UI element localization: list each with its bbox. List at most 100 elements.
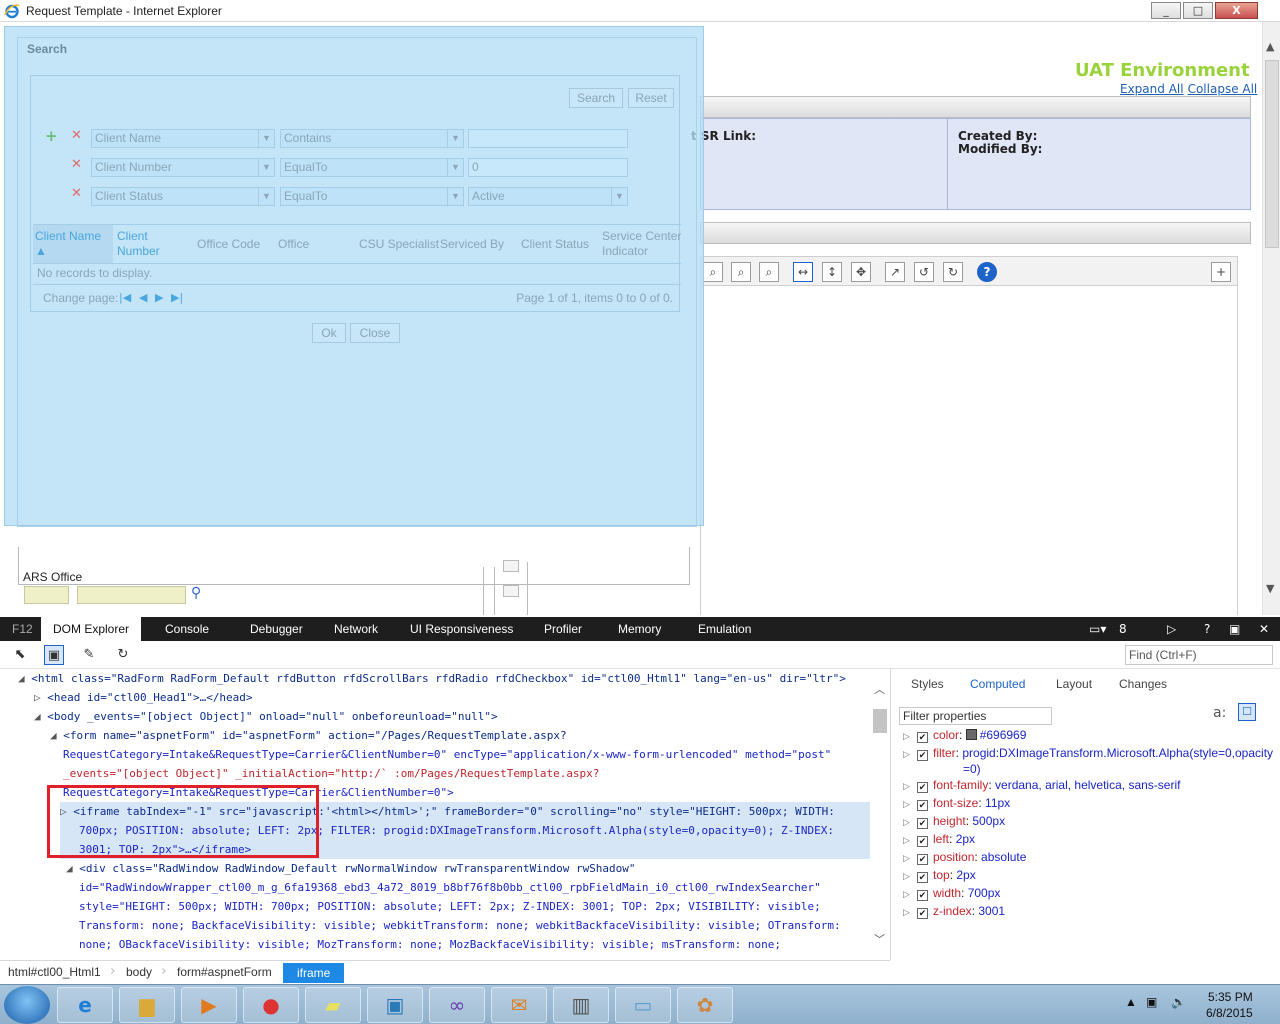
breadcrumb-body[interactable]: body [126, 965, 152, 979]
add-document-icon[interactable]: + [1211, 262, 1231, 282]
file-explorer-icon[interactable]: ▆ [119, 987, 175, 1023]
tab-styles[interactable]: Styles [911, 677, 944, 691]
computed-prop-height[interactable]: ▷ ✔ height: 500px [903, 813, 1005, 830]
breadcrumb-html[interactable]: html#ctl00_Html1 [8, 965, 101, 979]
rotate-left-icon[interactable]: ↺ [914, 262, 934, 282]
computed-prop-filter[interactable]: ▷ ✔ filter: progid:DXImageTransform.Micros… [903, 745, 1273, 762]
tab-debugger[interactable]: Debugger [238, 617, 315, 641]
network-icon[interactable]: ▣ [1146, 995, 1157, 1009]
tab-network[interactable]: Network [322, 617, 390, 641]
remove-filter-icon[interactable]: ✕ [71, 186, 82, 201]
last-page-icon[interactable]: ▶| [171, 291, 183, 304]
console-toggle-icon[interactable]: ▷ [1167, 617, 1176, 641]
computed-prop-font-family[interactable]: ▷ ✔ font-family: verdana, arial, helvetica… [903, 777, 1180, 794]
notepad-icon[interactable]: ▭ [615, 987, 671, 1023]
show-all-icon[interactable]: ☐ [1238, 703, 1256, 721]
outlook-icon[interactable]: ✉ [491, 987, 547, 1023]
scroll-thumb[interactable] [873, 709, 887, 733]
breadcrumb-iframe[interactable]: iframe [283, 963, 345, 983]
rotate-icon[interactable]: ↗ [885, 262, 905, 282]
column-office[interactable]: Office [278, 237, 309, 252]
sticky-notes-icon[interactable]: ▰ [305, 987, 361, 1023]
internet-explorer-taskbar-icon[interactable]: e [57, 987, 113, 1023]
computed-prop-width[interactable]: ▷ ✔ width: 700px [903, 885, 1000, 902]
help-icon[interactable]: ? [1204, 617, 1210, 641]
pane-button-2[interactable] [503, 585, 519, 597]
computed-prop-position[interactable]: ▷ ✔ position: absolute [903, 849, 1026, 866]
undock-icon[interactable]: ▣ [1229, 617, 1240, 641]
pan-icon[interactable]: ✥ [851, 262, 871, 282]
remove-filter-icon[interactable]: ✕ [71, 128, 82, 143]
filter-value-input[interactable]: 0 [468, 158, 628, 177]
search-icon[interactable]: ⚲ [191, 585, 201, 601]
tab-ui-responsiveness[interactable]: UI Responsiveness [398, 617, 525, 641]
column-client-name[interactable]: Client Name ▲ [35, 229, 105, 259]
scroll-up-icon[interactable]: ︿ [874, 681, 885, 697]
close-devtools-icon[interactable]: ✕ [1259, 617, 1269, 641]
volume-icon[interactable]: 🔈 [1171, 995, 1186, 1009]
computed-prop-font-size[interactable]: ▷ ✔ font-size: 11px [903, 795, 1010, 812]
remove-filter-icon[interactable]: ✕ [71, 157, 82, 172]
zoom-fit-icon[interactable]: ⌕ [759, 262, 779, 282]
minimize-button[interactable]: _ [1151, 2, 1181, 19]
dom-node[interactable]: ▷ <head id="ctl00_Head1">…</head> [34, 688, 253, 707]
reset-button[interactable]: Reset [628, 88, 674, 108]
scroll-down-icon[interactable]: ﹀ [874, 931, 885, 947]
computed-prop-z-index[interactable]: ▷ ✔ z-index: 3001 [903, 903, 1005, 920]
filter-value-combo[interactable]: Active ▼ [468, 187, 628, 206]
scroll-down-icon[interactable]: ▼ [1266, 582, 1274, 595]
filter-field-combo[interactable]: Client Name ▼ [91, 129, 275, 148]
rotate-right-icon[interactable]: ↻ [943, 262, 963, 282]
computed-prop-top[interactable]: ▷ ✔ top: 2px [903, 867, 976, 884]
help-icon[interactable]: ? [977, 262, 997, 282]
pane-scrollbar[interactable] [483, 567, 495, 615]
filter-field-combo[interactable]: Client Status ▼ [91, 187, 275, 206]
add-filter-icon[interactable]: + [45, 127, 58, 145]
column-serviced-by[interactable]: Serviced By [440, 237, 504, 252]
paint-icon[interactable]: ✿ [677, 987, 733, 1023]
tab-changes[interactable]: Changes [1119, 677, 1167, 691]
computed-prop-left[interactable]: ▷ ✔ left: 2px [903, 831, 975, 848]
column-csu-specialist[interactable]: CSU Specialist [359, 237, 439, 252]
filter-field-combo[interactable]: Client Number ▼ [91, 158, 275, 177]
server-manager-icon[interactable]: ▥ [553, 987, 609, 1023]
column-client-status[interactable]: Client Status [521, 237, 589, 252]
pane-button-1[interactable] [503, 560, 519, 572]
dom-tree-scrollbar[interactable]: ︿ ﹀ [872, 679, 888, 957]
clock-time[interactable]: 5:35 PM [1208, 990, 1253, 1004]
zoom-out-icon[interactable]: ⌕ [703, 262, 723, 282]
section-header-bar[interactable] [700, 96, 1251, 118]
collapse-all-link[interactable]: Collapse All [1188, 82, 1258, 96]
zoom-area-icon[interactable]: ⌕ [731, 262, 751, 282]
filter-operator-combo[interactable]: Contains ▼ [280, 129, 464, 148]
remote-desktop-icon[interactable]: ▣ [367, 987, 423, 1023]
ars-office-name-field[interactable] [77, 586, 186, 604]
tab-computed[interactable]: Computed [970, 677, 1025, 691]
page-scrollbar[interactable]: ▲ ▼ [1262, 22, 1280, 615]
text-size-icon[interactable]: a: [1213, 705, 1226, 721]
close-button[interactable]: Close [350, 323, 400, 343]
section-header-bar-2[interactable] [700, 222, 1251, 244]
tab-dom-explorer[interactable]: DOM Explorer [41, 617, 142, 641]
column-service-center-indicator[interactable]: Service Center Indicator [602, 229, 682, 259]
prev-page-icon[interactable]: ◀ [139, 291, 147, 304]
refresh-icon[interactable]: ↻ [113, 645, 133, 665]
tab-memory[interactable]: Memory [606, 617, 673, 641]
expand-all-link[interactable]: Expand All [1120, 82, 1184, 96]
next-page-icon[interactable]: ▶ [155, 291, 163, 304]
dom-node[interactable]: ◢ <form name="aspnetForm" id="aspnetForm… [50, 726, 567, 745]
scroll-thumb[interactable] [1265, 60, 1279, 248]
maximize-button[interactable]: □ [1183, 2, 1213, 19]
breadcrumb-form[interactable]: form#aspnetForm [177, 965, 272, 979]
dom-node[interactable]: ◢ <body _events="[object Object]" onload… [34, 707, 498, 726]
target-window-icon[interactable]: ▭▾ [1089, 617, 1106, 641]
scroll-up-icon[interactable]: ▲ [1266, 40, 1274, 53]
filter-properties-input[interactable]: Filter properties [899, 707, 1052, 725]
color-picker-icon[interactable]: ✎ [79, 645, 99, 665]
start-button[interactable] [4, 986, 50, 1024]
select-element-icon[interactable]: ⬉ [10, 645, 30, 665]
visual-studio-icon[interactable]: ∞ [429, 987, 485, 1023]
fit-width-icon[interactable]: ↔ [793, 262, 813, 282]
ok-button[interactable]: Ok [312, 323, 346, 343]
highlight-element-icon[interactable]: ▣ [44, 645, 64, 665]
